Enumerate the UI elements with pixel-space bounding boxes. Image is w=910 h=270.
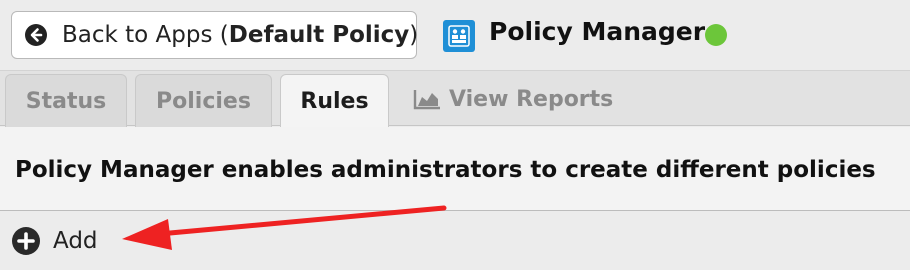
back-label-close: ) [409, 22, 419, 48]
app-header: Back to Apps (Default Policy) Policy Man… [0, 0, 910, 70]
description-panel: Policy Manager enables administrators to… [0, 127, 910, 211]
description-text: Policy Manager enables administrators to… [15, 157, 876, 183]
plus-circle-icon [11, 226, 41, 256]
back-to-apps-button[interactable]: Back to Apps (Default Policy) [11, 11, 419, 59]
policy-manager-page: Back to Apps (Default Policy) Policy Man… [0, 0, 910, 270]
add-label: Add [53, 228, 98, 254]
tab-status[interactable]: Status [5, 74, 127, 127]
status-indicator [705, 24, 727, 46]
view-reports-label: View Reports [449, 86, 614, 112]
tab-view-reports[interactable]: View Reports [413, 84, 613, 114]
area-chart-icon [413, 88, 441, 110]
tab-policies[interactable]: Policies [135, 74, 272, 127]
tab-bar: Status Policies Rules View Reports [0, 70, 910, 128]
tab-rules[interactable]: Rules [280, 74, 389, 128]
app-title: Policy Manager [489, 17, 706, 46]
circle-arrow-left-icon [24, 23, 48, 47]
back-label: Back to Apps ( [62, 22, 229, 48]
add-button[interactable]: Add [11, 226, 98, 256]
back-policy-name: Default Policy [228, 22, 410, 48]
rules-toolbar: Add [0, 212, 910, 270]
policy-manager-logo-icon [443, 20, 475, 52]
